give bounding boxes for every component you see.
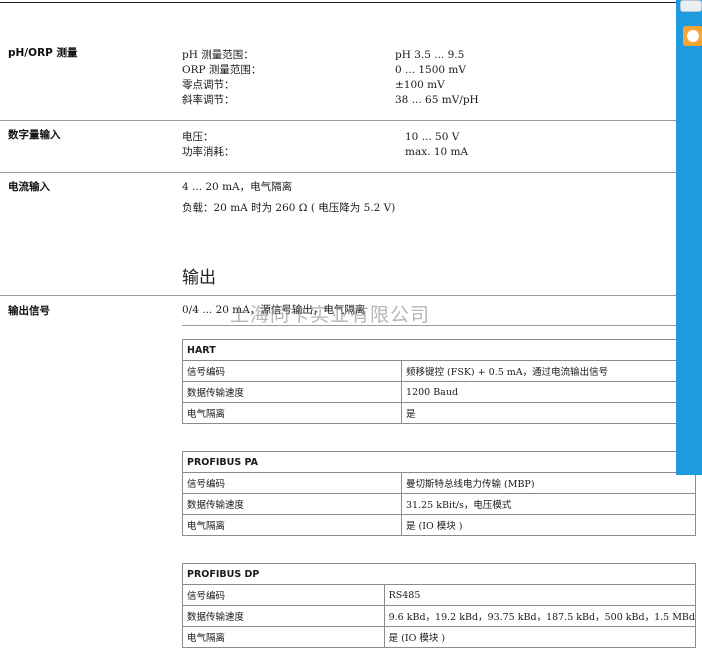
measurement-label: pH/ORP 测量 bbox=[8, 47, 78, 59]
chat-bubble-icon bbox=[687, 30, 699, 42]
digital-input-values: 10 ... 50 V max. 10 mA bbox=[405, 130, 468, 160]
divider bbox=[182, 325, 676, 326]
table-row: 电气隔离是 (IO 模块 ) bbox=[182, 626, 697, 648]
table-cell-key: 电气隔离 bbox=[182, 402, 402, 424]
table-cell-value: 频移键控 (FSK) + 0.5 mA，通过电流输出信号 bbox=[401, 360, 696, 382]
table-cell-key: 信号编码 bbox=[182, 584, 385, 606]
table-row: 信号编码 RS485 bbox=[182, 584, 697, 606]
chat-widget-icon[interactable] bbox=[683, 26, 702, 46]
profibus-pa-table: PROFIBUS PA 信号编码 曼切斯特总线电力传输 (MBP) 数据传输速度 3… bbox=[182, 451, 696, 536]
table-cell-key: 数据传输速度 bbox=[182, 381, 402, 403]
table-cell-value: 是 bbox=[401, 402, 696, 424]
table-title: HART bbox=[182, 339, 696, 361]
divider bbox=[0, 172, 676, 173]
table-cell-value: 是 (IO 模块 ) bbox=[401, 514, 696, 536]
table-header-row: PROFIBUS DP bbox=[182, 563, 696, 585]
current-input-line: 4 ... 20 mA，电气隔离 bbox=[182, 181, 293, 193]
table-title: PROFIBUS DP bbox=[182, 563, 696, 585]
table-cell-key: 电气隔离 bbox=[182, 514, 402, 536]
table-cell-key: 电气隔离 bbox=[182, 626, 385, 648]
table-header-row: PROFIBUS PA bbox=[182, 451, 696, 473]
digital-input-names: 电压： 功率消耗： bbox=[182, 130, 235, 160]
output-signal-text: 0/4 ... 20 mA，源信号输出，电气隔离 bbox=[182, 304, 366, 316]
digital-input-label: 数字量输入 bbox=[8, 129, 61, 141]
table-row: 数据传输速度 31.25 kBit/s，电压模式 bbox=[182, 493, 696, 515]
table-cell-key: 信号编码 bbox=[182, 472, 402, 494]
table-row: 数据传输速度 9.6 kBd，19.2 kBd，93.75 kBd，187.5 k… bbox=[182, 605, 697, 627]
table-cell-key: 数据传输速度 bbox=[182, 605, 385, 627]
table-row: 数据传输速度 1200 Baud bbox=[182, 381, 696, 403]
measurement-name: 斜率调节： bbox=[182, 94, 235, 106]
top-rule bbox=[0, 2, 702, 3]
table-row: 信号编码 曼切斯特总线电力传输 (MBP) bbox=[182, 472, 696, 494]
measurement-values: pH 3.5 ... 9.5 0 ... 1500 mV ±100 mV 38 … bbox=[395, 48, 479, 108]
table-row: 电气隔离是 bbox=[182, 402, 696, 424]
table-cell-value: 9.6 kBd，19.2 kBd，93.75 kBd，187.5 kBd，500… bbox=[383, 605, 697, 627]
table-header-row: HART bbox=[182, 339, 696, 361]
digital-input-name: 功率消耗： bbox=[182, 146, 235, 158]
table-cell-value: 1200 Baud bbox=[401, 381, 696, 403]
profibus-dp-table: PROFIBUS DP 信号编码 RS485 数据传输速度 9.6 kBd，19.2… bbox=[182, 563, 697, 648]
table-cell-value: RS485 bbox=[383, 584, 697, 606]
current-input-label: 电流输入 bbox=[8, 181, 50, 193]
table-cell-value: 曼切斯特总线电力传输 (MBP) bbox=[401, 472, 696, 494]
measurement-name: pH 测量范围： bbox=[182, 49, 254, 61]
current-input-line: 负载：20 mA 时为 260 Ω ( 电压降为 5.2 V) bbox=[182, 202, 396, 214]
toolbar-widget-icon[interactable] bbox=[680, 0, 702, 12]
table-cell-key: 信号编码 bbox=[182, 360, 402, 382]
measurement-value: pH 3.5 ... 9.5 bbox=[395, 49, 465, 61]
table-cell-value: 是 (IO 模块 ) bbox=[383, 626, 697, 648]
hart-table: HART 信号编码 频移键控 (FSK) + 0.5 mA，通过电流输出信号 数据… bbox=[182, 339, 696, 424]
side-floating-panel[interactable] bbox=[676, 0, 702, 475]
divider bbox=[0, 295, 676, 296]
measurement-name: 零点调节： bbox=[182, 79, 235, 91]
divider bbox=[0, 120, 676, 121]
table-title: PROFIBUS PA bbox=[182, 451, 696, 473]
measurement-value: 38 ... 65 mV/pH bbox=[395, 94, 479, 106]
table-cell-key: 数据传输速度 bbox=[182, 493, 402, 515]
measurement-value: 0 ... 1500 mV bbox=[395, 64, 466, 76]
measurement-names: pH 测量范围： ORP 测量范围： 零点调节： 斜率调节： bbox=[182, 48, 261, 108]
section-heading-output: 输出 bbox=[182, 268, 216, 288]
digital-input-name: 电压： bbox=[182, 131, 214, 143]
table-row: 信号编码 频移键控 (FSK) + 0.5 mA，通过电流输出信号 bbox=[182, 360, 696, 382]
table-cell-value: 31.25 kBit/s，电压模式 bbox=[401, 493, 696, 515]
digital-input-value: max. 10 mA bbox=[405, 146, 469, 158]
measurement-name: ORP 测量范围： bbox=[182, 64, 262, 76]
measurement-value: ±100 mV bbox=[395, 79, 445, 91]
digital-input-value: 10 ... 50 V bbox=[405, 131, 460, 143]
output-signal-label: 输出信号 bbox=[8, 305, 50, 317]
table-row: 电气隔离是 (IO 模块 ) bbox=[182, 514, 696, 536]
